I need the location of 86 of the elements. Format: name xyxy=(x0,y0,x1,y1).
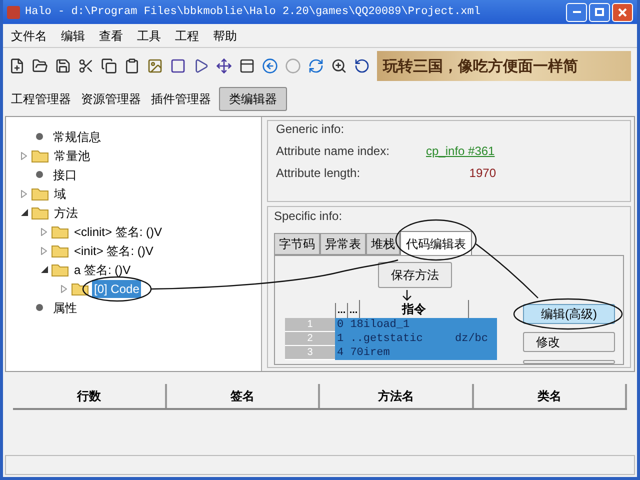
tree-item[interactable]: 常规信息 xyxy=(51,128,103,146)
menu-item[interactable]: 工具 xyxy=(137,26,161,44)
maximize-button[interactable] xyxy=(589,2,610,22)
column-header: 类名 xyxy=(474,384,627,408)
row-number: 2 xyxy=(285,332,335,346)
undo-icon[interactable] xyxy=(354,58,370,74)
row-number: 1 xyxy=(285,318,335,332)
table-cell[interactable]: 1 ..getstatic xyxy=(335,330,455,348)
cut-icon[interactable] xyxy=(78,58,94,74)
tab[interactable]: 工程管理器 xyxy=(9,87,73,111)
bullet-icon xyxy=(36,304,43,311)
tab[interactable]: 资源管理器 xyxy=(79,87,143,111)
play-icon[interactable] xyxy=(193,58,209,74)
tree-item[interactable]: a 签名: ()V xyxy=(72,260,133,278)
menu-item[interactable]: 工程 xyxy=(175,26,199,44)
tree-item[interactable]: 接口 xyxy=(51,166,79,184)
table-cell[interactable]: dz/bc xyxy=(455,330,488,348)
field-label: Attribute length: xyxy=(276,165,362,182)
expanded-icon[interactable] xyxy=(40,266,48,273)
save-icon[interactable] xyxy=(55,58,71,74)
back-icon[interactable] xyxy=(262,58,278,74)
refresh-icon[interactable] xyxy=(308,58,324,74)
annotation-arrow xyxy=(402,289,412,301)
menu-item[interactable]: 查看 xyxy=(99,26,123,44)
paste-icon[interactable] xyxy=(124,58,140,74)
zoom-icon[interactable] xyxy=(331,58,347,74)
folder-icon xyxy=(31,148,49,162)
tree-item[interactable]: <clinit> 签名: ()V xyxy=(72,222,164,240)
tree-item[interactable]: 常量池 xyxy=(52,146,92,164)
collapsed-icon[interactable] xyxy=(21,152,27,160)
tab[interactable]: 类编辑器 xyxy=(219,87,287,111)
field-value: 1970 xyxy=(468,165,496,182)
collapsed-icon[interactable] xyxy=(41,228,47,236)
bullet-icon xyxy=(36,171,43,178)
menu-item[interactable]: 文件名 xyxy=(11,26,47,44)
save-method-button[interactable]: 保存方法 xyxy=(378,262,452,288)
menu-item[interactable]: 编辑 xyxy=(61,26,85,44)
folder-icon xyxy=(31,186,49,200)
tree-item[interactable]: <init> 签名: ()V xyxy=(72,242,156,260)
new-file-icon[interactable] xyxy=(9,58,25,74)
collapsed-icon[interactable] xyxy=(21,190,27,198)
close-button[interactable] xyxy=(612,2,633,22)
column-header: 行数 xyxy=(13,384,166,408)
move-icon[interactable] xyxy=(216,58,232,74)
tab[interactable]: 堆栈 xyxy=(366,233,400,255)
bullet-icon xyxy=(36,133,43,140)
expanded-icon[interactable] xyxy=(20,209,28,216)
annotation-circle xyxy=(82,276,152,302)
table-cell[interactable]: 0 18iload_1 xyxy=(335,316,455,334)
folder-icon xyxy=(51,244,69,258)
folder-icon xyxy=(31,206,49,220)
folder-icon xyxy=(51,224,69,238)
action-button[interactable]: 修改 xyxy=(523,332,615,352)
tree-item[interactable]: 域 xyxy=(52,184,68,202)
folder-icon xyxy=(71,282,89,296)
minimize-button[interactable] xyxy=(566,2,587,22)
tab[interactable]: 代码编辑表 xyxy=(400,231,472,255)
collapsed-icon[interactable] xyxy=(41,246,47,254)
tree-item[interactable]: [0] Code xyxy=(92,280,142,298)
section-title: Generic info: xyxy=(276,121,346,138)
window-icon[interactable] xyxy=(239,58,255,74)
banner-text: 玩转三国，像吃方便面一样简 xyxy=(383,56,578,77)
tab[interactable]: 字节码 xyxy=(274,233,320,255)
field-label: Attribute name index: xyxy=(276,143,390,160)
window-title: Halo - d:\Program Files\bbkmoblie\Halo 2.20\games\QQ20089\Project.xml xyxy=(25,4,480,20)
tab[interactable]: 插件管理器 xyxy=(149,87,213,111)
action-button[interactable]: 编辑(高级) xyxy=(523,304,615,324)
image-icon[interactable] xyxy=(147,58,163,74)
row-number: 3 xyxy=(285,346,335,360)
app-icon xyxy=(7,6,20,18)
column-header: 方法名 xyxy=(320,384,474,408)
column-header: 签名 xyxy=(166,384,320,408)
tree-item[interactable]: 属性 xyxy=(51,298,79,316)
annotation-line xyxy=(476,244,538,298)
folder-icon xyxy=(51,262,69,276)
copy-icon[interactable] xyxy=(101,58,117,74)
tree-item[interactable]: 方法 xyxy=(52,204,80,222)
tab[interactable]: 异常表 xyxy=(320,233,366,255)
section-title: Specific info: xyxy=(274,208,344,225)
menu-item[interactable]: 帮助 xyxy=(213,26,237,44)
folder-icon[interactable] xyxy=(32,58,48,74)
close-icon xyxy=(618,8,627,16)
collapsed-icon[interactable] xyxy=(61,284,67,292)
attribute-link[interactable]: cp_info #361 xyxy=(426,142,496,160)
table-cell[interactable]: 4 70irem xyxy=(335,344,455,362)
frame-icon[interactable] xyxy=(170,58,186,74)
